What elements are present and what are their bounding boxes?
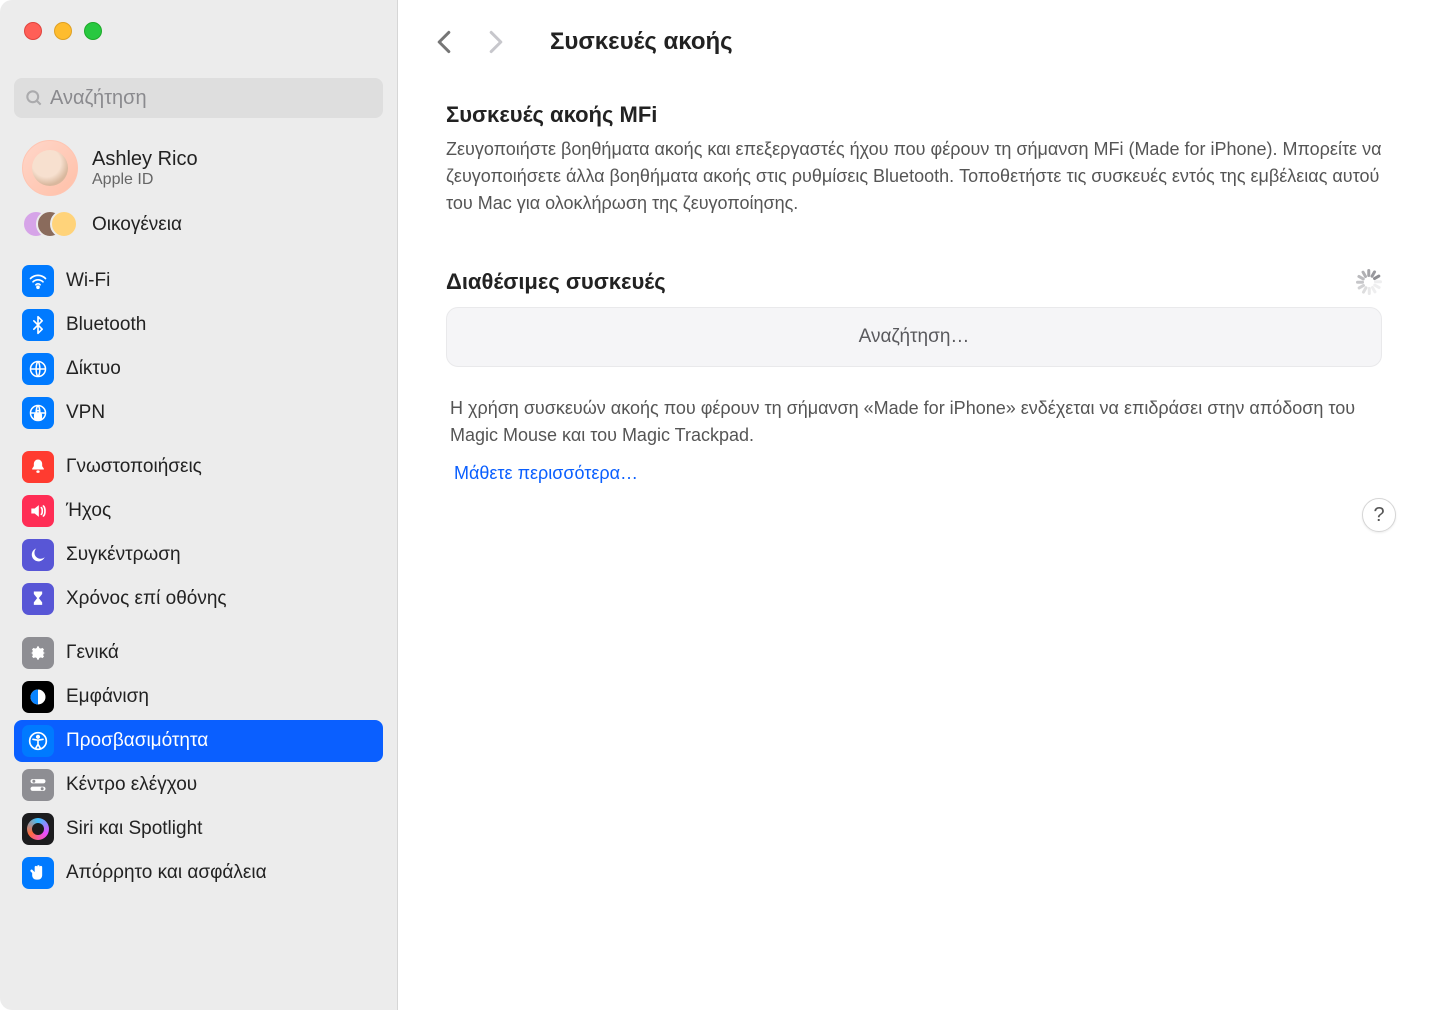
- forward-button[interactable]: [482, 24, 510, 60]
- help-button[interactable]: ?: [1362, 498, 1396, 532]
- gear-icon: [22, 637, 54, 669]
- globe-icon: [22, 353, 54, 385]
- hand-icon: [22, 857, 54, 889]
- sidebar-item-label: VPN: [66, 402, 105, 424]
- avatar: [22, 140, 78, 196]
- content-header: Συσκευές ακοής: [398, 0, 1430, 78]
- sidebar-item-label: Ήχος: [66, 500, 111, 522]
- minimize-window-button[interactable]: [54, 22, 72, 40]
- sidebar-item-label: Bluetooth: [66, 314, 146, 336]
- account-name: Ashley Rico: [92, 147, 198, 171]
- sidebar-item-label: Εμφάνιση: [66, 686, 149, 708]
- sidebar-item-bluetooth[interactable]: Bluetooth: [14, 304, 383, 346]
- sidebar-item-label: Γενικά: [66, 642, 119, 664]
- sidebar-item-label: Προσβασιμότητα: [66, 730, 208, 752]
- bluetooth-icon: [22, 309, 54, 341]
- back-button[interactable]: [430, 24, 458, 60]
- hourglass-icon: [22, 583, 54, 615]
- settings-window: Αναζήτηση Ashley Rico Apple ID Οικογένει…: [0, 0, 1430, 1010]
- content-pane: Συσκευές ακοής Συσκευές ακοής MFi Ζευγοπ…: [398, 0, 1430, 1010]
- vpn-icon: [22, 397, 54, 429]
- window-controls: [0, 0, 397, 60]
- loading-spinner-icon: [1356, 269, 1382, 295]
- chevron-left-icon: [436, 30, 452, 54]
- mfi-description: Ζευγοποιήστε βοηθήματα ακοής και επεξεργ…: [446, 136, 1382, 217]
- close-window-button[interactable]: [24, 22, 42, 40]
- learn-more-link[interactable]: Μάθετε περισσότερα…: [446, 463, 638, 484]
- toggles-icon: [22, 769, 54, 801]
- family-row[interactable]: Οικογένεια: [0, 204, 397, 250]
- apple-id-row[interactable]: Ashley Rico Apple ID: [0, 128, 397, 204]
- sidebar-item-label: Δίκτυο: [66, 358, 121, 380]
- sidebar-item-accessibility[interactable]: Προσβασιμότητα: [14, 720, 383, 762]
- sidebar-item-siri[interactable]: Siri και Spotlight: [14, 808, 383, 850]
- sidebar-item-wifi[interactable]: Wi-Fi: [14, 260, 383, 302]
- sidebar-item-controlcenter[interactable]: Κέντρο ελέγχου: [14, 764, 383, 806]
- sidebar-item-notifications[interactable]: Γνωστοποιήσεις: [14, 446, 383, 488]
- siri-icon: [22, 813, 54, 845]
- searching-card: Αναζήτηση…: [446, 307, 1382, 367]
- sidebar-item-label: Κέντρο ελέγχου: [66, 774, 197, 796]
- family-label: Οικογένεια: [92, 214, 182, 236]
- compatibility-note: Η χρήση συσκευών ακοής που φέρουν τη σήμ…: [446, 395, 1382, 449]
- search-placeholder: Αναζήτηση: [50, 87, 147, 110]
- fullscreen-window-button[interactable]: [84, 22, 102, 40]
- searching-label: Αναζήτηση…: [859, 326, 970, 347]
- wifi-icon: [22, 265, 54, 297]
- appearance-icon: [22, 681, 54, 713]
- sidebar-group-system: Γενικά Εμφάνιση Προσβασιμότητα Κέντρο ελέγχ…: [0, 622, 397, 896]
- accessibility-icon: [22, 725, 54, 757]
- mfi-heading: Συσκευές ακοής MFi: [446, 102, 1382, 128]
- sidebar-item-label: Γνωστοποιήσεις: [66, 456, 202, 478]
- help-label: ?: [1373, 504, 1384, 527]
- available-devices-heading: Διαθέσιμες συσκευές: [446, 269, 666, 295]
- sidebar-item-general[interactable]: Γενικά: [14, 632, 383, 674]
- sidebar-item-label: Απόρρητο και ασφάλεια: [66, 862, 267, 884]
- mfi-section: Συσκευές ακοής MFi Ζευγοποιήστε βοηθήματ…: [398, 78, 1430, 484]
- speaker-icon: [22, 495, 54, 527]
- sidebar-item-focus[interactable]: Συγκέντρωση: [14, 534, 383, 576]
- sidebar-item-label: Siri και Spotlight: [66, 818, 202, 840]
- page-title: Συσκευές ακοής: [550, 28, 733, 56]
- sidebar-item-vpn[interactable]: VPN: [14, 392, 383, 434]
- chevron-right-icon: [488, 30, 504, 54]
- search-input[interactable]: Αναζήτηση: [14, 78, 383, 118]
- sidebar-item-appearance[interactable]: Εμφάνιση: [14, 676, 383, 718]
- family-avatars: [22, 210, 78, 240]
- sidebar-group-alerts: Γνωστοποιήσεις Ήχος Συγκέντρωση Χρόνος επί …: [0, 436, 397, 622]
- sidebar-item-label: Wi-Fi: [66, 270, 110, 292]
- moon-icon: [22, 539, 54, 571]
- sidebar-item-screentime[interactable]: Χρόνος επί οθόνης: [14, 578, 383, 620]
- account-subtitle: Apple ID: [92, 171, 198, 189]
- sidebar-item-label: Συγκέντρωση: [66, 544, 181, 566]
- sidebar-item-sound[interactable]: Ήχος: [14, 490, 383, 532]
- sidebar-group-network: Wi-Fi Bluetooth Δίκτυο VPN: [0, 250, 397, 436]
- sidebar: Αναζήτηση Ashley Rico Apple ID Οικογένει…: [0, 0, 398, 1010]
- bell-icon: [22, 451, 54, 483]
- sidebar-item-network[interactable]: Δίκτυο: [14, 348, 383, 390]
- sidebar-item-privacy[interactable]: Απόρρητο και ασφάλεια: [14, 852, 383, 894]
- search-icon: [24, 88, 44, 108]
- sidebar-item-label: Χρόνος επί οθόνης: [66, 588, 227, 610]
